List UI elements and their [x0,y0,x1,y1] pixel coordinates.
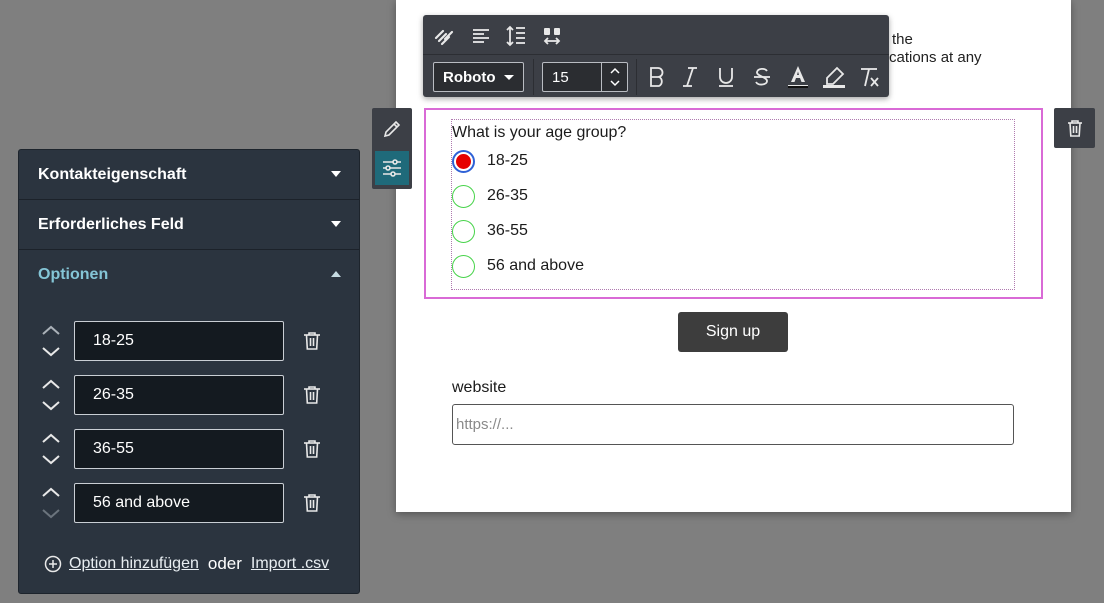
option-row: 18-25 [19,321,359,361]
pencil-icon [383,120,401,138]
radio-option-56-and-above[interactable]: 56 and above [452,254,584,278]
import-csv-link[interactable]: Import .csv [251,555,329,573]
background-text-line2: cations at any [889,49,982,66]
trash-icon[interactable] [303,385,321,405]
font-family-select[interactable]: Roboto [433,62,524,92]
accordion-optionen[interactable]: Optionen [19,250,359,300]
toolbar-row-top [423,15,889,55]
chevron-down-icon [331,221,341,227]
font-family-value: Roboto [443,68,496,86]
accordion-label: Optionen [38,266,109,283]
website-input[interactable]: https://... [452,404,1014,445]
accordion-label: Kontakteigenschaft [38,165,187,183]
signup-button[interactable]: Sign up [678,312,788,352]
radio-button[interactable] [452,219,475,243]
radio-button-checked[interactable] [452,149,475,173]
highlight-icon[interactable] [820,63,848,91]
chevron-down-icon [331,171,341,177]
radio-option-label: 26-35 [487,187,528,204]
radio-option-label: 18-25 [487,152,528,169]
clear-format-icon[interactable] [855,63,883,91]
trash-icon[interactable] [303,439,321,459]
field-settings-panel: Kontakteigenschaft Erforderliches Feld O… [18,149,360,594]
radio-option-26-35[interactable]: 26-35 [452,184,528,208]
letter-spacing-icon[interactable] [540,23,564,49]
reorder-icon[interactable] [41,325,61,357]
font-size-value: 15 [552,68,569,86]
toolbar-divider [636,59,637,95]
radio-option-label: 36-55 [487,222,528,239]
line-height-icon[interactable] [504,23,528,49]
reorder-icon[interactable] [41,379,61,411]
add-option-row: Option hinzufügen oder Import .csv [44,552,329,576]
unlink-icon[interactable] [432,24,456,48]
radio-option-36-55[interactable]: 36-55 [452,219,528,243]
rich-text-toolbar: Roboto 15 [423,15,889,97]
radio-option-label: 56 and above [487,257,584,274]
chevron-up-icon [331,271,341,277]
underline-icon[interactable] [712,63,740,91]
accordion-kontakteigenschaft[interactable]: Kontakteigenschaft [19,150,359,200]
background-text-line1: the [892,31,913,48]
edit-button[interactable] [375,112,409,146]
radio-option-18-25[interactable]: 18-25 [452,149,528,173]
trash-icon [1067,119,1082,137]
font-size-input[interactable]: 15 [542,62,628,92]
plus-circle-icon[interactable] [44,555,62,573]
option-row: 36-55 [19,429,359,469]
option-input[interactable]: 26-35 [74,375,284,415]
chevron-down-icon [504,75,514,80]
option-input[interactable]: 56 and above [74,483,284,523]
toolbar-divider [533,59,534,95]
bold-icon[interactable] [643,63,671,91]
radio-button[interactable] [452,184,475,208]
option-row: 26-35 [19,375,359,415]
question-title: What is your age group? [452,124,627,141]
option-input[interactable]: 18-25 [74,321,284,361]
website-label: website [452,379,507,396]
text-color-icon[interactable] [784,63,812,91]
align-left-icon[interactable] [469,24,493,48]
reorder-icon[interactable] [41,487,61,519]
delete-block-button[interactable] [1054,108,1095,148]
radio-button[interactable] [452,254,475,278]
accordion-label: Erforderliches Feld [38,215,184,233]
or-label: oder [207,554,242,573]
strikethrough-icon[interactable] [748,63,776,91]
trash-icon[interactable] [303,331,321,351]
block-side-tools [372,108,412,189]
option-input[interactable]: 36-55 [74,429,284,469]
accordion-erforderliches-feld[interactable]: Erforderliches Feld [19,200,359,250]
font-size-stepper[interactable] [601,63,627,91]
trash-icon[interactable] [303,493,321,513]
reorder-icon[interactable] [41,433,61,465]
italic-icon[interactable] [676,63,704,91]
settings-button[interactable] [375,151,409,185]
sliders-icon [383,159,401,177]
option-row: 56 and above [19,483,359,523]
add-option-link[interactable]: Option hinzufügen [69,555,199,573]
